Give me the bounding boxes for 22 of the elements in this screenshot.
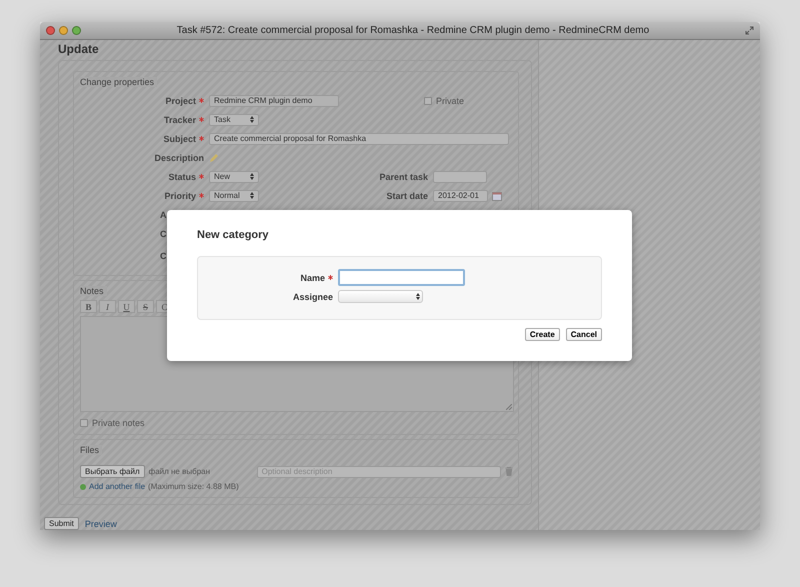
page-heading: Update <box>58 42 100 58</box>
private-label: Private <box>436 96 464 106</box>
field-label: Assignee <box>292 290 333 303</box>
field-label: Project <box>80 96 204 106</box>
window-title: Task #572: Create commercial proposal for Romashka - Redmine CRM plugin demo - RedmineCRM demo <box>176 25 650 36</box>
dialog-title: New category <box>197 229 270 243</box>
field-label: C <box>159 251 168 261</box>
field-label: Status <box>80 172 204 182</box>
field-label: Parent task <box>378 172 428 182</box>
field-label: Priority <box>80 190 204 200</box>
field-label: Tracker <box>80 114 204 124</box>
field-label: Name <box>198 269 333 286</box>
field-label: Description <box>153 152 204 162</box>
fieldset-legend: Files <box>80 445 102 455</box>
fieldset-legend: Notes <box>80 286 107 296</box>
no-file-text: файл не выбран <box>148 467 212 476</box>
field-label: Start date <box>385 190 428 200</box>
max-size-text: (Maximum size: 4.88 MB) <box>148 482 239 491</box>
field-label: Subject <box>80 134 204 144</box>
fieldset-legend: Change properties <box>80 77 158 87</box>
private-notes-label: Private notes <box>92 418 145 428</box>
field-label: A <box>159 210 168 220</box>
